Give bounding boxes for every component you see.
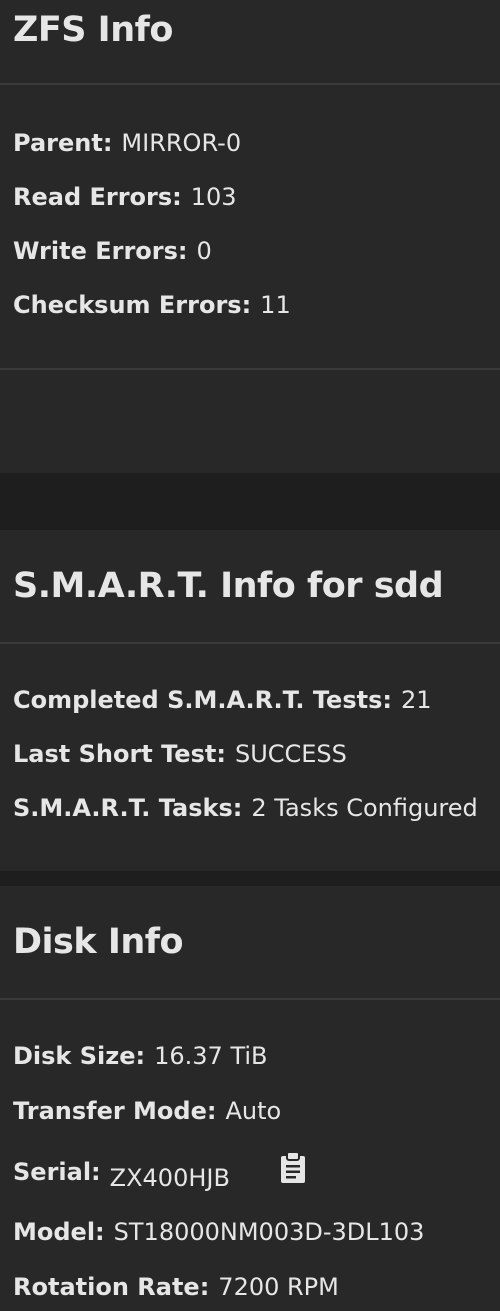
zfs-info-title: ZFS Info bbox=[13, 10, 173, 50]
model-label: Model: bbox=[13, 1218, 105, 1246]
last-short-test-value: SUCCESS bbox=[234, 740, 347, 768]
checksum-errors-label: Checksum Errors: bbox=[13, 291, 252, 319]
completed-tests-row: Completed S.M.A.R.T. Tests: 21 bbox=[13, 685, 432, 715]
transfer-mode-label: Transfer Mode: bbox=[13, 1097, 217, 1125]
smart-info-title: S.M.A.R.T. Info for sdd bbox=[13, 566, 444, 606]
checksum-errors-row: Checksum Errors: 11 bbox=[13, 290, 291, 320]
read-errors-value: 103 bbox=[190, 183, 237, 211]
smart-info-header: S.M.A.R.T. Info for sdd bbox=[0, 530, 500, 644]
read-errors-row: Read Errors: 103 bbox=[13, 182, 237, 212]
smart-info-card: S.M.A.R.T. Info for sdd Completed S.M.A.… bbox=[0, 530, 500, 871]
write-errors-row: Write Errors: 0 bbox=[13, 236, 212, 266]
smart-tasks-row: S.M.A.R.T. Tasks: 2 Tasks Configured bbox=[13, 793, 478, 823]
write-errors-label: Write Errors: bbox=[13, 237, 188, 265]
disk-info-title: Disk Info bbox=[13, 922, 184, 962]
model-value: ST18000NM003D-3DL103 bbox=[113, 1218, 425, 1246]
rotation-rate-label: Rotation Rate: bbox=[13, 1273, 210, 1301]
disk-size-row: Disk Size: 16.37 TiB bbox=[13, 1041, 268, 1071]
zfs-info-card: ZFS Info Parent: MIRROR-0 Read Errors: 103… bbox=[0, 0, 500, 473]
disk-size-value: 16.37 TiB bbox=[154, 1042, 268, 1070]
checksum-errors-value: 11 bbox=[260, 291, 291, 319]
serial-label: Serial: bbox=[13, 1158, 101, 1186]
disk-info-header: Disk Info bbox=[0, 886, 500, 1000]
zfs-footer-divider bbox=[0, 368, 500, 370]
last-short-test-label: Last Short Test: bbox=[13, 740, 226, 768]
rotation-rate-row: Rotation Rate: 7200 RPM bbox=[13, 1272, 339, 1302]
transfer-mode-value: Auto bbox=[225, 1097, 282, 1125]
disk-size-label: Disk Size: bbox=[13, 1042, 146, 1070]
disk-details-panel: ZFS Info Parent: MIRROR-0 Read Errors: 103… bbox=[0, 0, 500, 1311]
read-errors-label: Read Errors: bbox=[13, 183, 182, 211]
disk-info-card: Disk Info Disk Size: 16.37 TiB Transfer M… bbox=[0, 886, 500, 1311]
clipboard-icon[interactable] bbox=[279, 1151, 307, 1183]
serial-row: Serial: ZX400HJB bbox=[13, 1151, 313, 1192]
smart-tasks-label: S.M.A.R.T. Tasks: bbox=[13, 794, 243, 822]
serial-value: ZX400HJB bbox=[109, 1164, 230, 1192]
transfer-mode-row: Transfer Mode: Auto bbox=[13, 1096, 281, 1126]
model-row: Model: ST18000NM003D-3DL103 bbox=[13, 1217, 424, 1247]
completed-tests-value: 21 bbox=[400, 686, 432, 714]
clipboard-icon-glyph bbox=[281, 1151, 305, 1183]
completed-tests-label: Completed S.M.A.R.T. Tests: bbox=[13, 686, 392, 714]
smart-tasks-value: 2 Tasks Configured bbox=[251, 794, 478, 822]
rotation-rate-value: 7200 RPM bbox=[218, 1273, 339, 1301]
zfs-info-header: ZFS Info bbox=[0, 0, 500, 85]
parent-value: MIRROR-0 bbox=[121, 129, 242, 157]
parent-label: Parent: bbox=[13, 129, 113, 157]
parent-row: Parent: MIRROR-0 bbox=[13, 128, 241, 158]
write-errors-value: 0 bbox=[196, 237, 212, 265]
last-short-test-row: Last Short Test: SUCCESS bbox=[13, 739, 347, 769]
